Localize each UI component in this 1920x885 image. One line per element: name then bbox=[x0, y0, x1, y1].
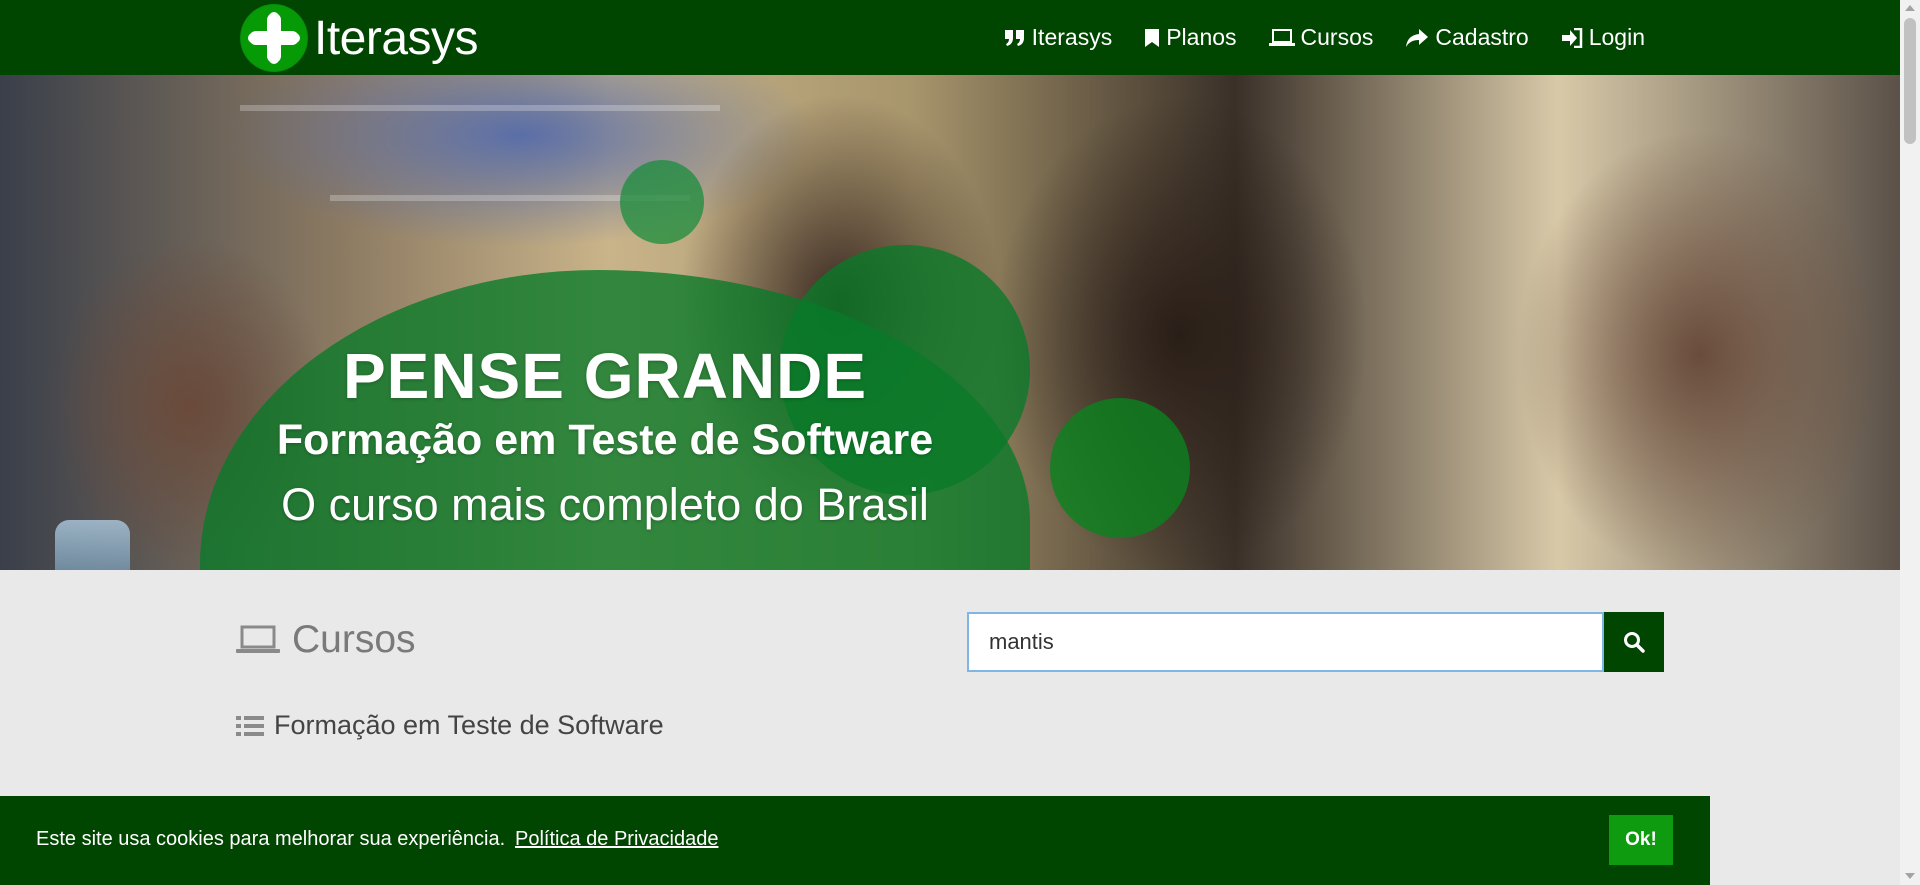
hero-subtitle: Formação em Teste de Software bbox=[276, 416, 934, 464]
water-bottle-image bbox=[55, 520, 130, 570]
green-circle-decoration bbox=[1050, 398, 1190, 538]
nav-item-cursos[interactable]: Cursos bbox=[1268, 24, 1374, 51]
plus-cross-logo-icon bbox=[240, 4, 308, 72]
top-navbar: Iterasys Iterasys Planos Cursos Cadastro… bbox=[0, 0, 1900, 75]
nav-item-login[interactable]: Login bbox=[1561, 24, 1645, 51]
course-link-label: Formação em Teste de Software bbox=[274, 710, 664, 740]
scroll-down-arrow-icon[interactable] bbox=[1905, 873, 1915, 879]
cookie-consent-bar: Este site usa cookies para melhorar sua … bbox=[0, 796, 1710, 885]
nav-label: Login bbox=[1588, 24, 1645, 50]
quote-icon bbox=[1004, 29, 1024, 46]
page-scrollbar[interactable] bbox=[1900, 0, 1920, 885]
laptop-icon bbox=[236, 625, 280, 653]
hero-tagline: O curso mais completo do Brasil bbox=[281, 479, 929, 530]
hero-banner: PENSE GRANDE Formação em Teste de Softwa… bbox=[0, 75, 1900, 570]
course-search bbox=[967, 612, 1664, 672]
page-title: Cursos bbox=[292, 618, 416, 661]
nav-label: Cadastro bbox=[1435, 24, 1529, 50]
share-arrow-icon bbox=[1406, 28, 1429, 47]
search-icon bbox=[1623, 632, 1645, 653]
laptop-icon bbox=[1268, 28, 1295, 46]
scroll-up-arrow-icon[interactable] bbox=[1905, 5, 1915, 11]
cookie-message: Este site usa cookies para melhorar sua … bbox=[36, 828, 506, 850]
hero-title: PENSE GRANDE bbox=[342, 340, 868, 412]
scrollbar-thumb[interactable] bbox=[1904, 18, 1916, 144]
privacy-policy-link[interactable]: Política de Privacidade bbox=[515, 828, 718, 851]
nav-item-planos[interactable]: Planos bbox=[1144, 24, 1237, 51]
sign-in-icon bbox=[1561, 27, 1582, 48]
bookmark-icon bbox=[1145, 28, 1160, 47]
hero-text: PENSE GRANDE Formação em Teste de Softwa… bbox=[200, 340, 1010, 540]
nav-label: Planos bbox=[1166, 24, 1237, 50]
green-circle-decoration bbox=[620, 160, 704, 244]
nav-item-cadastro[interactable]: Cadastro bbox=[1405, 24, 1529, 51]
list-icon bbox=[236, 715, 264, 736]
cookie-ok-button[interactable]: Ok! bbox=[1609, 815, 1673, 865]
nav-label: Cursos bbox=[1300, 24, 1374, 50]
brand-name: Iterasys bbox=[314, 11, 479, 65]
background-shelf bbox=[240, 105, 720, 111]
search-input[interactable] bbox=[967, 612, 1604, 672]
course-list-item[interactable]: Formação em Teste de Software bbox=[236, 710, 664, 741]
nav-item-iterasys[interactable]: Iterasys bbox=[1004, 24, 1113, 51]
search-button[interactable] bbox=[1603, 612, 1664, 672]
nav-label: Iterasys bbox=[1031, 24, 1113, 50]
brand[interactable]: Iterasys bbox=[240, 3, 479, 73]
main-nav: Iterasys Planos Cursos Cadastro Login bbox=[1004, 0, 1645, 75]
courses-heading: Cursos bbox=[236, 618, 416, 662]
